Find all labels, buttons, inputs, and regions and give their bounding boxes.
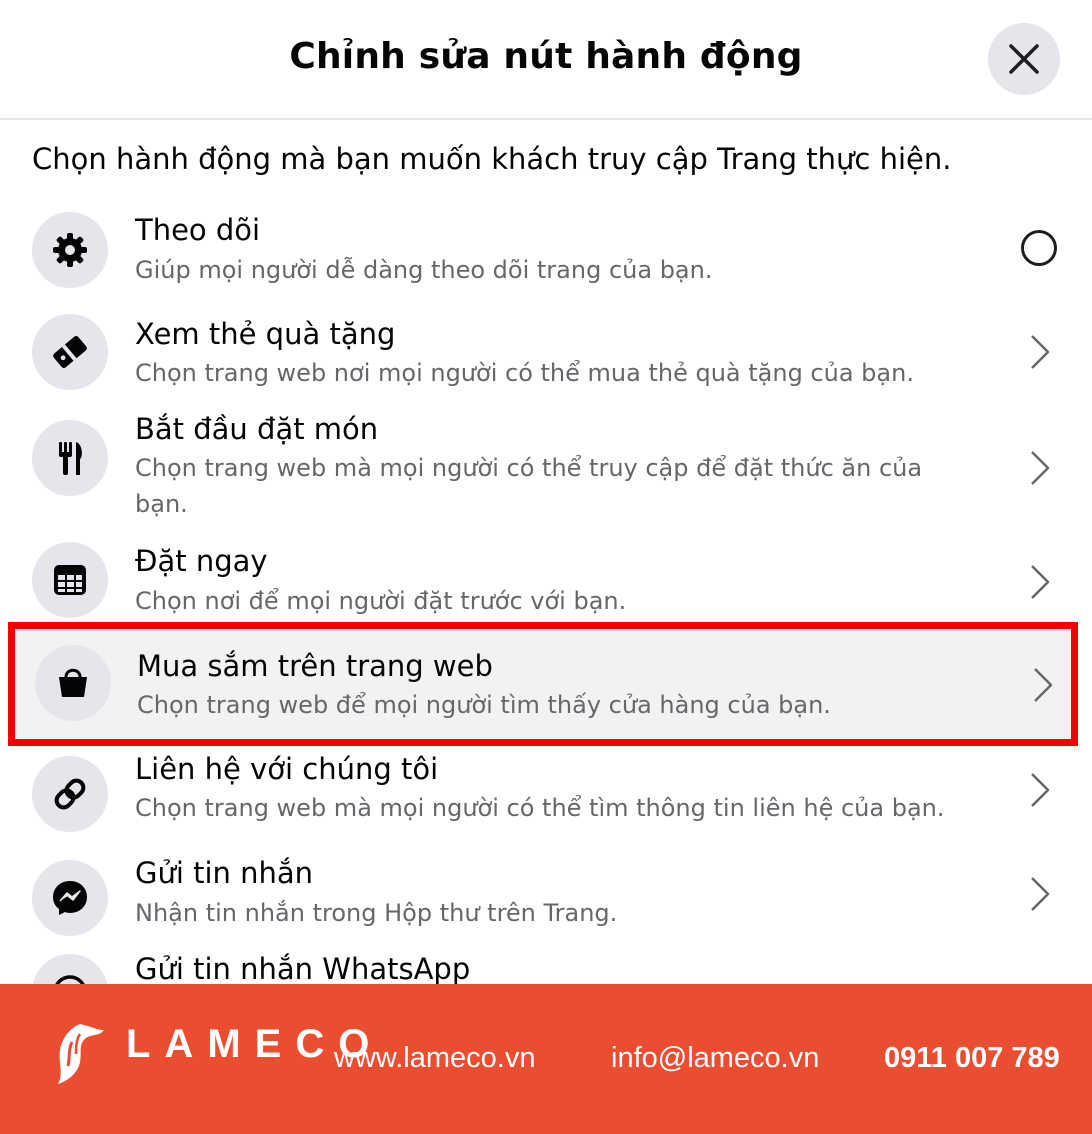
horse-logo-icon — [58, 1024, 104, 1084]
gear-icon — [53, 233, 87, 267]
action-description: Chọn trang web mà mọi người có thể tìm t… — [135, 794, 945, 822]
footer-website[interactable]: www.lameco.vn — [334, 1042, 535, 1075]
close-button[interactable] — [988, 23, 1060, 95]
action-title: Gửi tin nhắn — [135, 856, 314, 890]
chevron-right-icon — [1034, 668, 1053, 702]
dialog-header: Chỉnh sửa nút hành động — [0, 0, 1092, 120]
action-description: Giúp mọi người dễ dàng theo dõi trang củ… — [135, 256, 713, 284]
action-title: Theo dõi — [135, 213, 261, 247]
action-icon-wrap — [32, 954, 108, 984]
footer-banner: LAMECO www.lameco.vn info@lameco.vn 0911… — [0, 984, 1092, 1134]
action-description: Chọn trang web để mọi người tìm thấy cửa… — [137, 691, 831, 719]
action-item-contact-us[interactable]: Liên hệ với chúng tôi Chọn trang web mà … — [0, 746, 1092, 846]
action-title: Bắt đầu đặt món — [135, 412, 379, 446]
chevron-right-icon — [1031, 773, 1050, 807]
footer-email[interactable]: info@lameco.vn — [611, 1042, 819, 1075]
link-icon — [54, 778, 86, 810]
footer-phone[interactable]: 0911 007 789 — [884, 1042, 1060, 1075]
action-item-shop-website[interactable]: Mua sắm trên trang web Chọn trang web để… — [15, 629, 1071, 739]
dialog-intro: Chọn hành động mà bạn muốn khách truy cậ… — [32, 142, 952, 176]
action-icon-wrap — [32, 542, 108, 618]
action-title: Liên hệ với chúng tôi — [135, 752, 439, 786]
chevron-right-icon — [1031, 335, 1050, 369]
action-icon-wrap — [32, 756, 108, 832]
action-item-follow[interactable]: Theo dõi Giúp mọi người dễ dàng theo dõi… — [0, 200, 1092, 300]
action-item-gift-card[interactable]: Xem thẻ quà tặng Chọn trang web nơi mọi … — [0, 300, 1092, 400]
action-description: Chọn trang web mà mọi người có thể truy … — [135, 454, 923, 518]
action-description: Chọn nơi để mọi người đặt trước với bạn. — [135, 587, 627, 615]
radio-button[interactable] — [1021, 230, 1057, 266]
dialog-title: Chỉnh sửa nút hành động — [289, 36, 803, 77]
action-icon-wrap — [32, 420, 108, 496]
action-item-send-message[interactable]: Gửi tin nhắn Nhận tin nhắn trong Hộp thư… — [0, 846, 1092, 950]
chevron-right-icon — [1031, 451, 1050, 485]
action-description: Chọn trang web nơi mọi người có thể mua … — [135, 359, 914, 387]
chevron-right-icon — [1031, 877, 1050, 911]
calendar-icon — [54, 565, 86, 595]
whatsapp-icon — [55, 975, 85, 984]
action-description: Nhận tin nhắn trong Hộp thư trên Trang. — [135, 899, 618, 927]
action-icon-wrap — [32, 860, 108, 936]
action-icon-wrap — [35, 645, 111, 721]
fork-knife-icon — [59, 442, 82, 475]
action-title: Đặt ngay — [135, 544, 268, 578]
close-icon — [1009, 44, 1039, 74]
action-icon-wrap — [32, 314, 108, 390]
gift-card-icon — [53, 336, 87, 368]
shopping-bag-icon — [59, 668, 87, 697]
chevron-right-icon — [1031, 565, 1050, 599]
action-title: Mua sắm trên trang web — [137, 649, 493, 683]
action-title: Xem thẻ quà tặng — [135, 317, 396, 351]
action-icon-wrap — [32, 212, 108, 288]
action-item-book-now[interactable]: Đặt ngay Chọn nơi để mọi người đặt trước… — [0, 530, 1092, 622]
action-item-whatsapp[interactable]: Gửi tin nhắn WhatsApp — [0, 946, 1092, 984]
action-title: Gửi tin nhắn WhatsApp — [135, 952, 471, 984]
messenger-icon — [53, 881, 87, 915]
action-item-order-food[interactable]: Bắt đầu đặt món Chọn trang web mà mọi ng… — [0, 400, 1092, 530]
